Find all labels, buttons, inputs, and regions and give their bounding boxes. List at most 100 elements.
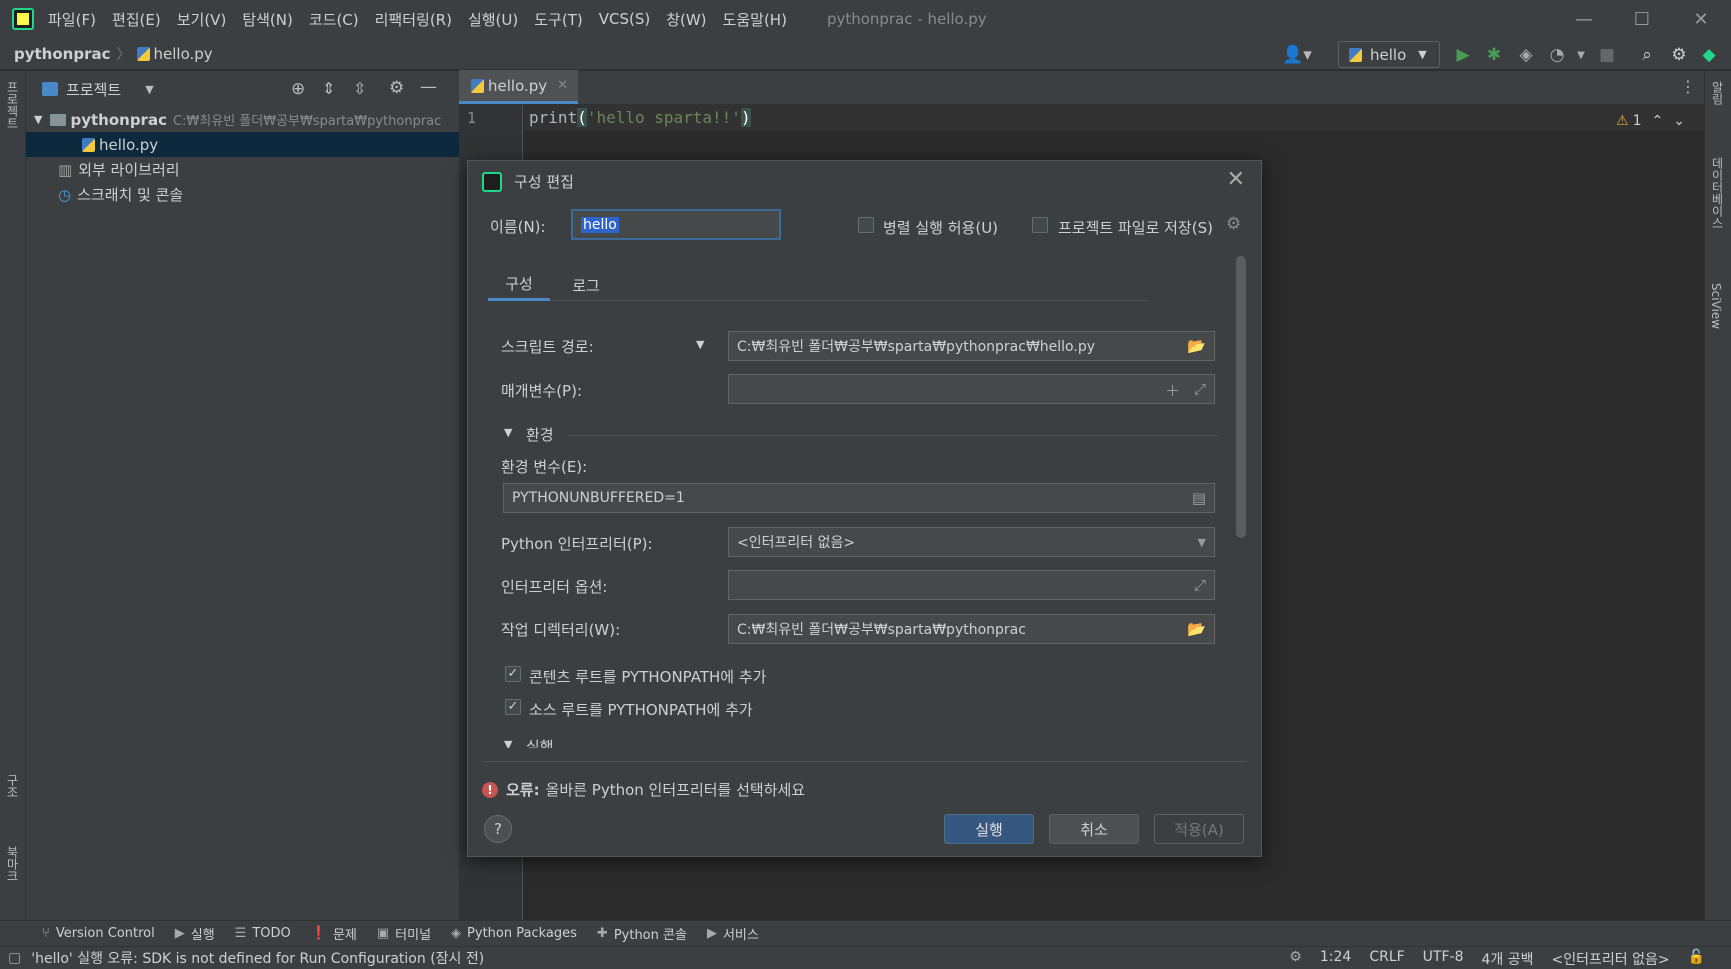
profile-icon[interactable]: ◔ bbox=[1546, 44, 1568, 66]
settings-gear-icon[interactable]: ⚙ bbox=[1668, 44, 1690, 66]
source-roots-checkbox[interactable]: ✓ bbox=[505, 699, 521, 715]
dialog-scrollbar[interactable] bbox=[1236, 256, 1246, 538]
notifications-tool-label[interactable]: 알림 bbox=[1709, 81, 1726, 105]
content-roots-checkbox[interactable]: ✓ bbox=[505, 666, 521, 682]
menu-help[interactable]: 도움말(H) bbox=[723, 9, 787, 30]
options-gear-icon[interactable]: ⚙ bbox=[389, 78, 404, 98]
env-section-toggle-icon[interactable]: ▼ bbox=[504, 426, 512, 439]
file-encoding[interactable]: UTF-8 bbox=[1423, 949, 1464, 969]
tool-run[interactable]: ▶ 실행 bbox=[175, 924, 215, 943]
run-config-selector[interactable]: hello ▼ bbox=[1338, 41, 1440, 68]
dialog-close-icon[interactable]: ✕ bbox=[1227, 167, 1245, 192]
menu-navigate[interactable]: 탐색(N) bbox=[242, 9, 293, 30]
code-function: print bbox=[529, 108, 578, 127]
caret-position[interactable]: 1:24 bbox=[1320, 949, 1351, 969]
status-toggle-icon[interactable]: ▢ bbox=[8, 950, 21, 966]
chevron-down-icon[interactable]: ⌄ bbox=[1673, 113, 1685, 129]
params-input[interactable]: ＋ ⤢ bbox=[728, 374, 1215, 404]
tool-todo[interactable]: ☰ TODO bbox=[235, 926, 291, 941]
exec-section-toggle-icon[interactable]: ▼ bbox=[504, 738, 512, 748]
inspection-widget[interactable]: ⚠ 1 ⌃ ⌄ bbox=[1616, 113, 1685, 129]
expand-field-icon[interactable]: ⤢ bbox=[1194, 380, 1206, 398]
more-tabs-icon[interactable]: ⋮ bbox=[1680, 77, 1696, 96]
chevron-up-icon[interactable]: ⌃ bbox=[1651, 113, 1663, 129]
plugin-logo-icon[interactable]: ◆ bbox=[1698, 44, 1720, 66]
interpreter-select[interactable]: <인터프리터 없음> ▼ bbox=[728, 527, 1215, 557]
allow-parallel-checkbox[interactable] bbox=[858, 217, 874, 233]
menu-tools[interactable]: 도구(T) bbox=[534, 9, 582, 30]
project-tool-label[interactable]: 프로젝트 bbox=[4, 81, 21, 129]
expand-all-icon[interactable]: ⇕ bbox=[322, 79, 335, 98]
line-separator[interactable]: CRLF bbox=[1369, 949, 1404, 969]
name-input[interactable]: hello bbox=[571, 209, 781, 240]
menu-code[interactable]: 코드(C) bbox=[309, 9, 359, 30]
menu-run[interactable]: 실행(U) bbox=[468, 9, 518, 30]
menu-edit[interactable]: 편집(E) bbox=[112, 9, 161, 30]
browse-folder-icon[interactable]: 📂 bbox=[1187, 337, 1206, 355]
bookmarks-tool-label[interactable]: 북마크 bbox=[4, 846, 21, 882]
script-path-input[interactable]: C:₩최유빈 폴더₩공부₩sparta₩pythonprac₩hello.py … bbox=[728, 331, 1215, 361]
locate-icon[interactable]: ⊕ bbox=[291, 79, 305, 99]
tree-row-root[interactable]: ▼ pythonprac C:₩최유빈 폴더₩공부₩sparta₩pythonp… bbox=[26, 107, 459, 132]
tree-row-external-libs[interactable]: ▥ 외부 라이브러리 bbox=[26, 157, 459, 182]
tab-logs[interactable]: 로그 bbox=[556, 269, 616, 301]
cancel-button[interactable]: 취소 bbox=[1049, 814, 1139, 844]
minimize-icon[interactable]: — bbox=[1555, 0, 1613, 38]
tool-problems[interactable]: ❗ 문제 bbox=[311, 924, 357, 943]
menu-refactor[interactable]: 리팩터링(R) bbox=[375, 9, 452, 30]
tool-services[interactable]: ▶ 서비스 bbox=[707, 924, 759, 943]
network-icon[interactable]: ⚙ bbox=[1289, 949, 1302, 969]
lock-icon[interactable]: 🔓 bbox=[1688, 949, 1705, 969]
store-settings-gear-icon[interactable]: ⚙ bbox=[1226, 214, 1241, 234]
more-run-chevron-icon[interactable]: ▼ bbox=[1570, 44, 1592, 66]
code-text[interactable]: print('hello sparta!!') bbox=[529, 108, 751, 127]
breadcrumb-project[interactable]: pythonprac bbox=[14, 45, 111, 63]
workdir-input[interactable]: C:₩최유빈 폴더₩공부₩sparta₩pythonprac 📂 bbox=[728, 614, 1215, 644]
tool-label: 터미널 bbox=[395, 928, 432, 943]
tool-python-console[interactable]: ✚ Python 콘솔 bbox=[597, 924, 687, 943]
user-icon[interactable]: 👤▾ bbox=[1282, 44, 1312, 66]
tab-config[interactable]: 구성 bbox=[488, 269, 550, 301]
hide-panel-icon[interactable]: — bbox=[420, 77, 437, 97]
breadcrumb-file[interactable]: hello.py bbox=[154, 45, 213, 63]
store-project-checkbox[interactable] bbox=[1032, 217, 1048, 233]
tool-version-control[interactable]: ⑂ Version Control bbox=[42, 926, 155, 941]
browse-folder-icon[interactable]: 📂 bbox=[1187, 620, 1206, 638]
expand-field-icon[interactable]: ⤢ bbox=[1194, 576, 1206, 594]
add-macro-icon[interactable]: ＋ bbox=[1165, 380, 1180, 401]
stop-icon[interactable]: ■ bbox=[1596, 44, 1618, 66]
apply-button[interactable]: 적용(A) bbox=[1154, 814, 1244, 844]
search-icon[interactable]: ⌕ bbox=[1636, 44, 1658, 66]
database-tool-label[interactable]: 데이터베이스 bbox=[1709, 157, 1726, 229]
allow-parallel-label: 병렬 실행 허용(U) bbox=[883, 219, 999, 237]
menu-vcs[interactable]: VCS(S) bbox=[599, 10, 650, 28]
run-icon[interactable]: ▶ bbox=[1452, 44, 1474, 66]
sciview-tool-label[interactable]: SciView bbox=[1709, 283, 1723, 329]
run-button[interactable]: 실행 bbox=[944, 814, 1034, 844]
interp-options-input[interactable]: ⤢ bbox=[728, 570, 1215, 600]
menu-view[interactable]: 보기(V) bbox=[177, 9, 227, 30]
status-message[interactable]: 'hello' 실행 오류: SDK is not defined for Ru… bbox=[31, 948, 484, 968]
editor-tab-hello-py[interactable]: hello.py ✕ bbox=[459, 70, 579, 104]
tree-row-hello-py[interactable]: hello.py bbox=[26, 132, 459, 157]
indent-setting[interactable]: 4개 공백 bbox=[1481, 949, 1533, 969]
script-type-chevron-icon[interactable]: ▼ bbox=[696, 338, 704, 351]
close-window-icon[interactable]: ✕ bbox=[1672, 0, 1730, 38]
collapse-all-icon[interactable]: ⇳ bbox=[353, 79, 366, 98]
edit-env-icon[interactable]: ▤ bbox=[1192, 489, 1206, 507]
tool-terminal[interactable]: ▣ 터미널 bbox=[377, 924, 431, 943]
tree-row-scratches[interactable]: ◷ 스크래치 및 콘솔 bbox=[26, 182, 459, 207]
interpreter-status[interactable]: <인터프리터 없음> bbox=[1551, 949, 1669, 969]
coverage-icon[interactable]: ◈ bbox=[1515, 44, 1537, 66]
chevron-down-icon[interactable]: ▼ bbox=[145, 83, 153, 96]
menu-file[interactable]: 파일(F) bbox=[48, 9, 96, 30]
tool-python-packages[interactable]: ◈ Python Packages bbox=[451, 926, 577, 941]
help-button[interactable]: ? bbox=[484, 815, 512, 843]
close-tab-icon[interactable]: ✕ bbox=[557, 78, 568, 93]
structure-tool-label[interactable]: 구조 bbox=[4, 774, 21, 798]
expand-arrow-icon[interactable]: ▼ bbox=[34, 113, 42, 126]
menu-window[interactable]: 창(W) bbox=[666, 9, 706, 30]
env-vars-input[interactable]: PYTHONUNBUFFERED=1 ▤ bbox=[503, 483, 1215, 513]
debug-icon[interactable]: ✱ bbox=[1483, 44, 1505, 66]
maximize-icon[interactable]: ☐ bbox=[1613, 0, 1671, 38]
